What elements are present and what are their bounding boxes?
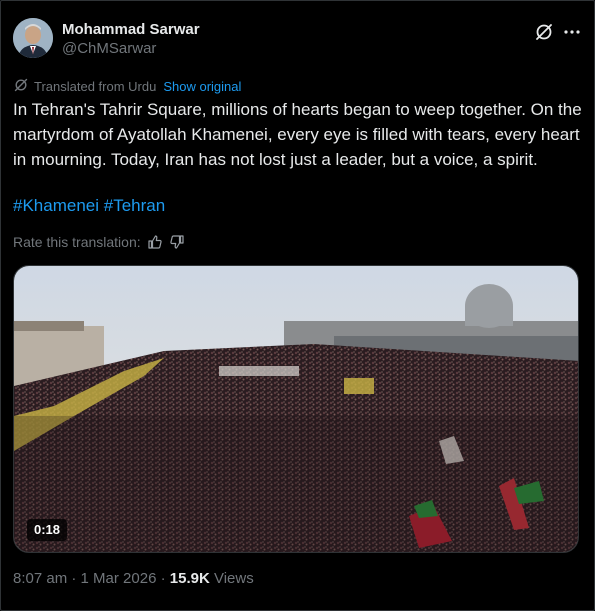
video-thumbnail (14, 266, 578, 552)
tweet-text: In Tehran's Tahrir Square, millions of h… (13, 100, 582, 169)
translation-label: Translated from Urdu (34, 78, 157, 94)
meta-separator: · (160, 570, 166, 587)
views-label: Views (213, 570, 254, 587)
rate-label: Rate this translation: (13, 234, 141, 250)
tweet-meta: 8:07 am · 1 Mar 2026 · 15.9K Views (13, 570, 254, 587)
show-original-link[interactable]: Show original (163, 79, 241, 94)
views-count: 15.9K (169, 570, 210, 587)
hashtag-link[interactable]: #Tehran (104, 196, 165, 215)
more-horizontal-icon[interactable] (561, 21, 583, 43)
video-duration: 0:18 (27, 519, 68, 541)
tweet-header: Mohammad Sarwar @ChMSarwar (13, 17, 584, 61)
author-handle[interactable]: @ChMSarwar (62, 40, 156, 57)
thumbs-up-icon[interactable] (147, 234, 163, 250)
translation-notice: Translated from Urdu Show original (13, 77, 241, 95)
rate-translation: Rate this translation: (13, 232, 185, 252)
translate-icon (13, 77, 29, 96)
video-player[interactable] (13, 265, 579, 553)
thumbs-down-icon[interactable] (169, 234, 185, 250)
hashtags: #Khamenei #Tehran (13, 193, 165, 218)
meta-separator: · (71, 570, 77, 587)
tweet-card: Mohammad Sarwar @ChMSarwar Translated fr… (0, 0, 595, 611)
tweet-time[interactable]: 8:07 am (13, 570, 67, 587)
grok-icon[interactable] (533, 21, 555, 43)
tweet-date[interactable]: 1 Mar 2026 (81, 570, 157, 587)
avatar[interactable] (13, 18, 53, 58)
hashtag-link[interactable]: #Khamenei (13, 196, 99, 215)
author-name[interactable]: Mohammad Sarwar (62, 21, 200, 38)
